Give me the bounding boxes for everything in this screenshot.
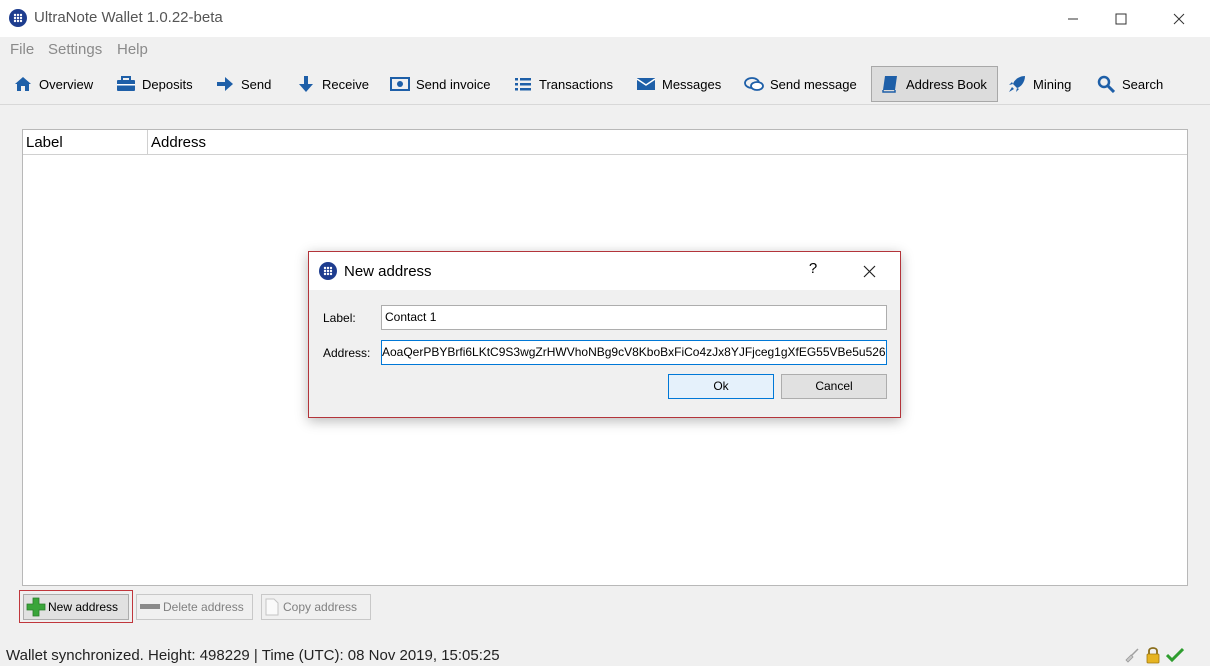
minus-icon <box>140 604 160 609</box>
tab-overview-label: Overview <box>39 76 94 92</box>
home-icon <box>13 74 33 94</box>
main-toolbar: Overview Deposits Send Receive Send invo… <box>0 63 1210 105</box>
ok-button[interactable]: Ok <box>668 374 774 399</box>
tab-mining-label: Mining <box>1033 76 1072 92</box>
maximize-button[interactable] <box>1098 0 1144 37</box>
copy-document-icon <box>265 598 279 616</box>
delete-address-button[interactable]: Delete address <box>136 594 253 620</box>
minimize-icon <box>1068 18 1078 19</box>
menu-file[interactable]: File <box>10 41 34 58</box>
close-icon <box>1173 13 1185 24</box>
column-header-address[interactable]: Address <box>148 130 206 154</box>
tab-search-label: Search <box>1122 76 1164 92</box>
arrow-right-icon <box>215 74 235 94</box>
tab-transactions-label: Transactions <box>539 76 613 92</box>
tab-deposits[interactable]: Deposits <box>108 66 193 102</box>
address-field-caption: Address: <box>323 346 371 360</box>
tab-receive-label: Receive <box>322 76 369 92</box>
tab-search[interactable]: Search <box>1088 66 1163 102</box>
tab-overview[interactable]: Overview <box>5 66 93 102</box>
new-address-button[interactable]: New address <box>23 594 129 620</box>
search-icon <box>1096 74 1116 94</box>
minimize-button[interactable] <box>1050 0 1096 37</box>
title-bar: UltraNote Wallet 1.0.22-beta <box>0 0 1210 37</box>
menu-settings[interactable]: Settings <box>48 41 102 58</box>
briefcase-icon <box>116 74 136 94</box>
table-header: Label Address <box>23 130 1187 155</box>
app-logo-icon <box>9 9 27 27</box>
tab-send[interactable]: Send <box>207 66 271 102</box>
close-button[interactable] <box>1156 0 1202 37</box>
green-plus-icon <box>26 597 46 617</box>
lock-icon[interactable] <box>1146 646 1160 664</box>
new-address-dialog: New address ? Label: Contact 1 Address: … <box>308 251 901 418</box>
new-address-label: New address <box>48 600 119 614</box>
copy-address-label: Copy address <box>283 600 358 614</box>
tab-address-book-label: Address Book <box>906 76 987 92</box>
copy-address-button[interactable]: Copy address <box>261 594 371 620</box>
tab-send-invoice-label: Send invoice <box>416 76 491 92</box>
maximize-icon <box>1115 13 1127 24</box>
broom-icon[interactable] <box>1124 647 1140 663</box>
chat-bubbles-icon <box>744 74 764 94</box>
tab-mining[interactable]: Mining <box>999 66 1071 102</box>
dialog-title: New address <box>344 263 432 280</box>
tab-send-message[interactable]: Send message <box>736 66 857 102</box>
money-bill-icon <box>390 74 410 94</box>
delete-address-label: Delete address <box>163 600 244 614</box>
envelope-icon <box>636 74 656 94</box>
tab-send-invoice[interactable]: Send invoice <box>382 66 490 102</box>
dialog-close-button[interactable] <box>857 260 881 282</box>
dialog-title-bar: New address ? <box>309 252 900 290</box>
menu-bar: File Settings Help <box>0 37 1210 63</box>
book-icon <box>880 74 900 94</box>
close-icon <box>863 265 875 277</box>
tab-messages[interactable]: Messages <box>628 66 721 102</box>
app-logo-icon <box>319 262 337 280</box>
tab-messages-label: Messages <box>662 76 722 92</box>
window-title: UltraNote Wallet 1.0.22-beta <box>34 9 223 26</box>
column-header-label[interactable]: Label <box>23 130 148 154</box>
tab-deposits-label: Deposits <box>142 76 193 92</box>
tab-receive[interactable]: Receive <box>288 66 369 102</box>
label-input[interactable]: Contact 1 <box>381 305 887 330</box>
label-field-caption: Label: <box>323 311 356 325</box>
tab-send-label: Send <box>241 76 272 92</box>
cancel-button[interactable]: Cancel <box>781 374 887 399</box>
rocket-icon <box>1007 74 1027 94</box>
tab-transactions[interactable]: Transactions <box>505 66 613 102</box>
checkmark-icon <box>1166 647 1184 663</box>
status-icons <box>1124 646 1184 664</box>
list-icon <box>513 74 533 94</box>
dialog-help-button[interactable]: ? <box>799 260 827 282</box>
arrow-down-icon <box>296 74 316 94</box>
tab-address-book[interactable]: Address Book <box>871 66 998 102</box>
tab-send-message-label: Send message <box>770 76 857 92</box>
menu-help[interactable]: Help <box>117 41 148 58</box>
address-input[interactable]: AoaQerPBYBrfi6LKtC9S3wgZrHWVhoNBg9cV8Kbo… <box>381 340 887 365</box>
status-bar: Wallet synchronized. Height: 498229 | Ti… <box>0 644 1210 666</box>
sync-status-text: Wallet synchronized. Height: 498229 | Ti… <box>6 647 500 664</box>
